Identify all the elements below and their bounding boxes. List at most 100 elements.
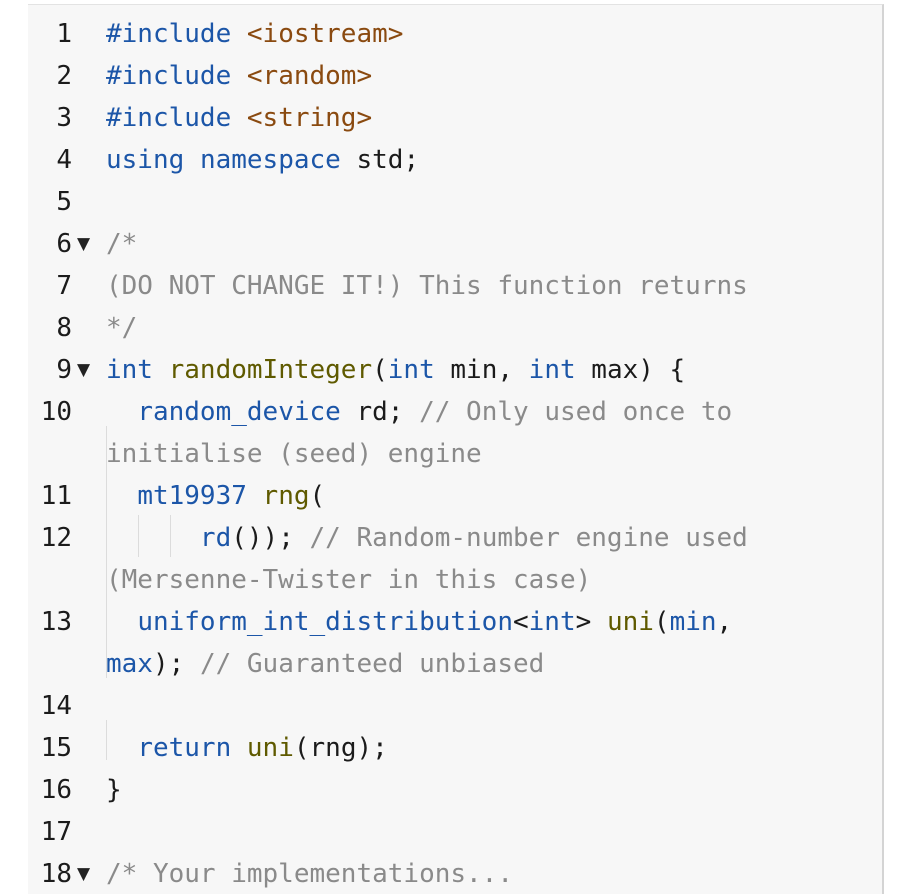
code-line[interactable]: random_device rd; // Only used once to xyxy=(106,391,732,433)
code-token: } xyxy=(106,775,122,805)
code-token: ()); xyxy=(231,523,310,553)
code-token: uni xyxy=(606,607,654,637)
line-number: 2 xyxy=(56,61,72,91)
code-editor[interactable]: 1 2 3 4 5 6 ▼ 7 8 9 ▼ 10 11 12 13 14 15 16 17 18 ▼ #include … xyxy=(28,4,884,894)
code-token: ( xyxy=(653,607,670,637)
code-token: // Only used once to xyxy=(419,397,733,427)
code-token: <iostream> xyxy=(246,19,404,49)
code-line[interactable]: max); // Guaranteed unbiased xyxy=(106,643,544,685)
line-number: 10 xyxy=(40,397,72,427)
code-line[interactable]: uniform_int_distribution<int> uni(min, xyxy=(106,601,732,643)
line-number: 6 xyxy=(56,229,72,259)
code-token: (DO NOT CHANGE IT!) This function return… xyxy=(106,271,748,301)
code-line[interactable]: return uni(rng); xyxy=(106,727,388,769)
code-token: <string> xyxy=(246,103,373,133)
line-number-gutter: 1 2 3 4 5 6 ▼ 7 8 9 ▼ 10 11 12 13 14 15 16 17 18 ▼ xyxy=(28,5,106,894)
code-line[interactable]: #include <iostream> xyxy=(106,13,403,55)
code-token: mt19937 xyxy=(137,481,247,511)
code-token: // Random-number engine used xyxy=(309,523,748,553)
line-number: 13 xyxy=(40,607,72,637)
line-number: 1 xyxy=(56,19,72,49)
code-token: > xyxy=(575,607,607,637)
code-token: std; xyxy=(340,145,420,175)
code-token: rd xyxy=(199,523,232,553)
code-token: int xyxy=(528,607,576,637)
code-line[interactable]: #include <string> xyxy=(106,97,372,139)
line-number: 8 xyxy=(56,313,72,343)
code-line[interactable]: /* xyxy=(106,223,137,265)
code-token: // Guaranteed unbiased xyxy=(199,649,545,679)
code-line[interactable]: #include <random> xyxy=(106,55,372,97)
line-number: 5 xyxy=(56,187,72,217)
code-token: #include xyxy=(106,19,232,49)
line-number: 12 xyxy=(40,523,72,553)
line-number: 18 xyxy=(40,859,72,889)
code-token: initialise (seed) engine xyxy=(106,439,482,469)
line-number: 16 xyxy=(40,775,72,805)
code-line[interactable]: } xyxy=(106,769,122,811)
code-token: /* xyxy=(106,229,138,259)
fold-toggle-icon[interactable]: ▼ xyxy=(77,223,90,265)
code-line[interactable]: mt19937 rng( xyxy=(106,475,325,517)
code-token: #include xyxy=(106,61,232,91)
code-token: uni xyxy=(246,733,294,763)
line-number: 9 xyxy=(56,355,72,385)
code-token: (Mersenne-Twister in this case) xyxy=(106,565,592,595)
line-number: 3 xyxy=(56,103,72,133)
code-token: (rng); xyxy=(293,733,388,763)
code-token: min, xyxy=(434,355,529,385)
code-line[interactable]: */ xyxy=(106,307,137,349)
code-token: min xyxy=(669,607,717,637)
code-line[interactable]: (Mersenne-Twister in this case) xyxy=(106,559,591,601)
code-token: */ xyxy=(106,313,138,343)
code-token: random_device xyxy=(137,397,341,427)
line-number: 14 xyxy=(40,691,72,721)
code-line[interactable]: initialise (seed) engine xyxy=(106,433,482,475)
code-token: <random> xyxy=(246,61,373,91)
code-token: ); xyxy=(152,649,200,679)
code-token: < xyxy=(513,607,529,637)
code-token: namespace xyxy=(199,145,341,175)
code-token: using xyxy=(106,145,185,175)
code-token: #include xyxy=(106,103,232,133)
code-token: max xyxy=(106,649,153,679)
line-number: 4 xyxy=(56,145,72,175)
line-number: 7 xyxy=(56,271,72,301)
code-token: int xyxy=(106,355,153,385)
code-line[interactable]: (DO NOT CHANGE IT!) This function return… xyxy=(106,265,748,307)
code-token: int xyxy=(528,355,576,385)
fold-toggle-icon[interactable]: ▼ xyxy=(77,853,90,894)
code-line[interactable]: /* Your implementations... xyxy=(106,853,513,894)
code-token: ( xyxy=(309,481,326,511)
code-token: rd; xyxy=(340,397,420,427)
code-token: /* Your implementations... xyxy=(106,859,513,889)
code-token: ( xyxy=(372,355,388,385)
code-token: randomInteger xyxy=(168,355,373,385)
code-token: return xyxy=(137,733,232,763)
code-token: , xyxy=(716,607,733,637)
code-token: rng xyxy=(262,481,310,511)
code-area[interactable]: #include <iostream> #include <random> #inc… xyxy=(106,5,882,894)
line-number: 17 xyxy=(40,817,72,847)
code-line[interactable]: rd()); // Random-number engine used xyxy=(106,517,748,559)
line-number: 15 xyxy=(40,733,72,763)
code-token: int xyxy=(387,355,435,385)
code-token: uniform_int_distribution xyxy=(137,607,513,637)
fold-toggle-icon[interactable]: ▼ xyxy=(77,349,90,391)
code-line[interactable]: int randomInteger(int min, int max) { xyxy=(106,349,685,391)
line-number: 11 xyxy=(40,481,72,511)
code-line[interactable]: using namespace std; xyxy=(106,139,419,181)
code-token: max) { xyxy=(575,355,686,385)
